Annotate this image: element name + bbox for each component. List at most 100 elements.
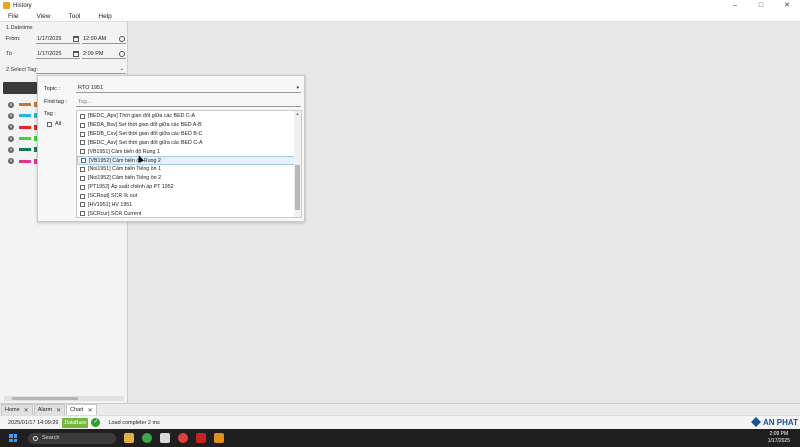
list-item[interactable]: [BEDC_Apv] Thời gian đốt giữa các BED C-… [77,112,295,121]
tag-name: [SCRout] SCR % out [88,193,138,200]
list-item[interactable]: [HV1951] HV 1951 [77,200,295,209]
select-tag-section-label: 2.Select Tag: [6,67,38,73]
remove-icon[interactable]: ✕ [8,146,14,153]
menu-tool[interactable]: Tool [68,13,80,20]
color-swatch[interactable] [19,125,31,129]
tag-name: [BEDA_Bsv] Set thời gian đốt giữa các BE… [88,122,202,129]
list-item[interactable]: [SCRout] SCR % out [77,192,295,201]
vertical-scrollbar[interactable]: ▲ [294,111,301,217]
tab-home[interactable]: Home ✕ [1,404,33,415]
tag-checkbox[interactable] [80,140,85,146]
close-button[interactable]: ✕ [774,0,800,11]
os-taskbar: Search 2:09 PM 1/17/2025 [0,429,800,447]
tag-checkbox[interactable] [80,193,85,199]
from-time-value: 12:00 AM [83,35,107,42]
from-date-field[interactable]: 1/17/2025 [36,35,80,44]
list-item[interactable]: [BEDC_Asv] Set thời gian đốt giữa các BE… [77,139,295,148]
remove-icon[interactable]: ✕ [8,124,14,131]
status-message: Load completer 2 ms [108,419,160,426]
tag-name: [PT1952] Áp suất chênh áp PT 1952 [88,184,174,191]
clock-icon[interactable] [119,50,125,57]
list-item[interactable]: [PT1952] Áp suất chênh áp PT 1952 [77,183,295,192]
to-label: To [6,51,12,57]
app-icon[interactable] [178,433,188,443]
tag-checkbox[interactable] [80,211,85,217]
list-item[interactable]: [VB1951] Cảm biến độ Rung 1 [77,147,295,156]
topic-dropdown[interactable]: RTO 1951 ▾ [76,84,301,93]
datetime-section-label: 1.Datetime [6,25,33,31]
app-icon[interactable] [160,433,170,443]
tag-checkbox[interactable] [80,202,85,208]
horizontal-scrollbar[interactable] [4,396,124,401]
start-menu-icon[interactable] [9,434,17,442]
menu-bar: File View Tool Help [0,11,800,22]
list-item: ✕ [8,144,37,155]
search-icon [33,435,38,441]
clock-icon[interactable] [119,35,125,42]
to-date-field[interactable]: 1/17/2025 [36,50,80,59]
scrollbar-thumb[interactable] [295,165,300,210]
calendar-icon[interactable] [73,35,79,42]
color-swatch[interactable] [19,159,31,163]
status-timestamp: 2025/01/17 14:09:29 [8,419,59,426]
list-item[interactable]: [SCRcur] SCR Current [77,209,295,217]
list-item[interactable]: [Noi1951] Cảm biến Tiếng ồn 1 [77,165,295,174]
app-icon[interactable] [196,433,206,443]
menu-file[interactable]: File [8,13,18,20]
remove-icon[interactable]: ✕ [8,112,14,119]
select-all-row[interactable]: All [44,121,61,127]
list-item: ✕ [8,155,37,166]
color-swatch[interactable] [19,137,31,141]
history-app-icon[interactable] [214,433,224,443]
close-icon[interactable]: ✕ [56,407,61,414]
scroll-up-icon[interactable]: ▲ [294,111,301,117]
minimize-button[interactable]: – [722,0,748,11]
clock-date: 1/17/2025 [767,438,790,444]
close-icon[interactable]: ✕ [88,407,93,414]
tag-checkbox[interactable] [80,184,85,190]
calendar-icon[interactable] [73,50,79,57]
maximize-button[interactable]: □ [748,0,774,11]
color-swatch[interactable] [19,103,31,107]
tag-checkbox[interactable] [80,175,85,181]
to-time-field[interactable]: 2:09 PM [82,50,126,59]
tab-alarm[interactable]: Alarm ✕ [33,404,66,415]
menu-help[interactable]: Help [98,13,111,20]
scrollbar-thumb[interactable] [12,397,78,400]
tab-chart[interactable]: Chart ✕ [66,404,97,415]
list-item: ✕ [8,122,37,133]
color-swatch[interactable] [19,114,31,118]
find-tag-input[interactable] [76,97,301,107]
tab-label: Chart [70,407,84,413]
taskbar-clock[interactable]: 2:09 PM 1/17/2025 [768,431,790,445]
tag-checkbox[interactable] [80,113,85,119]
tag-checkbox[interactable] [81,158,86,164]
select-tag-dropdown[interactable]: ⌄ [36,65,126,74]
add-tag-button[interactable] [3,82,37,94]
list-item[interactable]: [BEDB_Csv] Set thời gian đốt giữa các BE… [77,130,295,139]
from-time-field[interactable]: 12:00 AM [82,35,126,44]
tag-checkbox[interactable] [80,149,85,155]
list-item[interactable]: [BEDA_Bsv] Set thời gian đốt giữa các BE… [77,121,295,130]
remove-icon[interactable]: ✕ [8,135,14,142]
tag-checkbox[interactable] [80,122,85,128]
tag-name: [BEDC_Asv] Set thời gian đốt giữa các BE… [88,139,203,146]
window-controls: – □ ✕ [722,0,800,11]
taskbar-search[interactable]: Search [28,432,116,444]
find-tag-label: Find tag : [44,99,67,105]
logo-mark-icon [751,417,761,427]
select-all-checkbox[interactable] [47,121,52,127]
remove-icon[interactable]: ✕ [8,101,14,108]
browser-icon[interactable] [142,433,152,443]
tag-checkbox[interactable] [80,166,85,172]
tag-checkbox[interactable] [80,131,85,137]
color-swatch[interactable] [19,148,31,152]
list-item-hovered[interactable]: [VB1952] Cảm biến độ Rung 2 [77,156,295,166]
close-icon[interactable]: ✕ [24,407,29,414]
remove-icon[interactable]: ✕ [8,158,14,165]
menu-view[interactable]: View [36,13,50,20]
file-explorer-icon[interactable] [124,433,134,443]
tag-label: Tag : [44,111,56,117]
clock-time: 2:09 PM [769,431,789,437]
list-item[interactable]: [Noi1952] Cảm biến Tiếng ồn 2 [77,174,295,183]
